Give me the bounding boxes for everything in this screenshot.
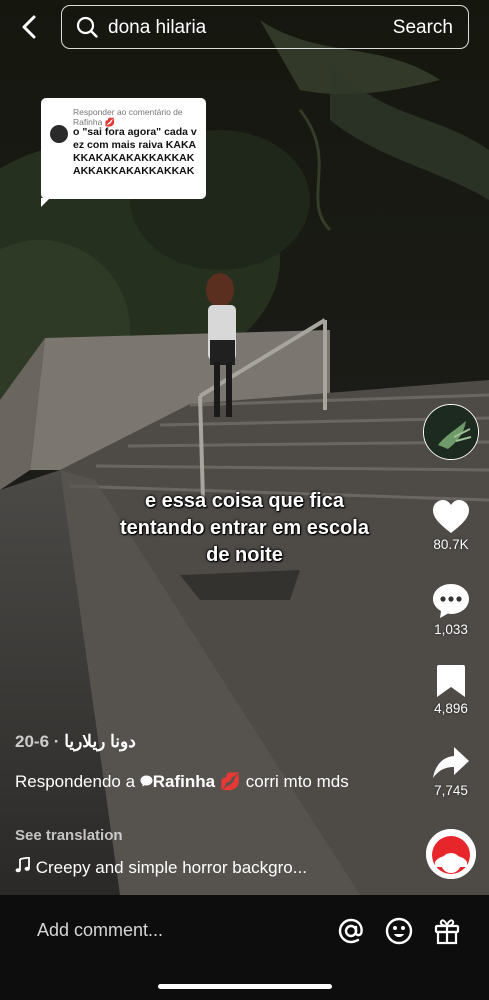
video-caption: e essa coisa que fica tentando entrar em… (0, 488, 489, 569)
reply-sticker-comment: o "sai fora agora" cada vez com mais rai… (73, 126, 197, 177)
share-button[interactable]: 7,745 (422, 746, 480, 798)
bookmark-icon (437, 665, 465, 697)
search-button[interactable]: Search (393, 17, 453, 39)
music-disc[interactable] (426, 829, 476, 879)
comment-small-icon (140, 775, 153, 787)
save-button[interactable]: 4,896 (422, 664, 480, 716)
emoji-icon[interactable] (385, 917, 413, 945)
reply-sticker-header: Responder ao comentário de Rafinha 💋 (73, 107, 183, 127)
chevron-left-icon (22, 15, 36, 39)
creator-avatar[interactable] (423, 404, 479, 460)
like-count: 80.7K (433, 537, 469, 552)
at-icon[interactable] (337, 917, 365, 945)
home-indicator (158, 984, 332, 989)
caption-line: e essa coisa que fica (144, 490, 344, 512)
save-count: 4,896 (434, 701, 468, 716)
search-icon (76, 16, 98, 38)
caption-line: tentando entrar em escola (120, 517, 369, 539)
like-button[interactable]: 80.7K (422, 500, 480, 552)
comment-button[interactable]: 1,033 (422, 583, 480, 637)
reply-comment-sticker[interactable]: Responder ao comentário de Rafinha 💋 o "… (41, 98, 206, 207)
sound-disc-icon (426, 829, 476, 879)
heart-icon (433, 500, 469, 533)
author-line: دونا ريلاريا · 6-20 (15, 732, 136, 752)
post-date: · 6-20 (15, 732, 60, 751)
author-name[interactable]: دونا ريلاريا (64, 732, 136, 751)
search-bar[interactable]: dona hilaria Search (61, 5, 469, 49)
replying-prefix: Respondendo a (15, 772, 136, 791)
share-arrow-icon (433, 747, 469, 778)
add-comment-input[interactable]: Add comment... (37, 920, 163, 941)
back-button[interactable] (14, 12, 44, 42)
bottom-comment-bar: Add comment... (0, 895, 489, 1000)
music-note-icon (15, 856, 30, 873)
mention-link[interactable]: Rafinha (140, 772, 220, 791)
caption-line: de noite (206, 544, 283, 566)
music-title: Creepy and simple horror backgro... (35, 858, 307, 877)
music-row[interactable]: Creepy and simple horror backgro... (15, 856, 307, 878)
gift-icon[interactable] (433, 917, 461, 945)
see-translation-link[interactable]: See translation (15, 827, 123, 844)
description-text: corri mto mds (245, 772, 349, 791)
commenter-avatar (50, 125, 68, 143)
search-query[interactable]: dona hilaria (108, 17, 206, 39)
avatar-image (424, 405, 478, 459)
top-bar: dona hilaria Search (0, 0, 489, 60)
comment-count: 1,033 (434, 622, 468, 637)
reply-emoji: 💋 (219, 772, 242, 791)
share-count: 7,745 (434, 783, 468, 798)
post-description: Respondendo a Rafinha 💋 corri mto mds (15, 770, 395, 794)
comment-bubble-icon (433, 584, 469, 618)
